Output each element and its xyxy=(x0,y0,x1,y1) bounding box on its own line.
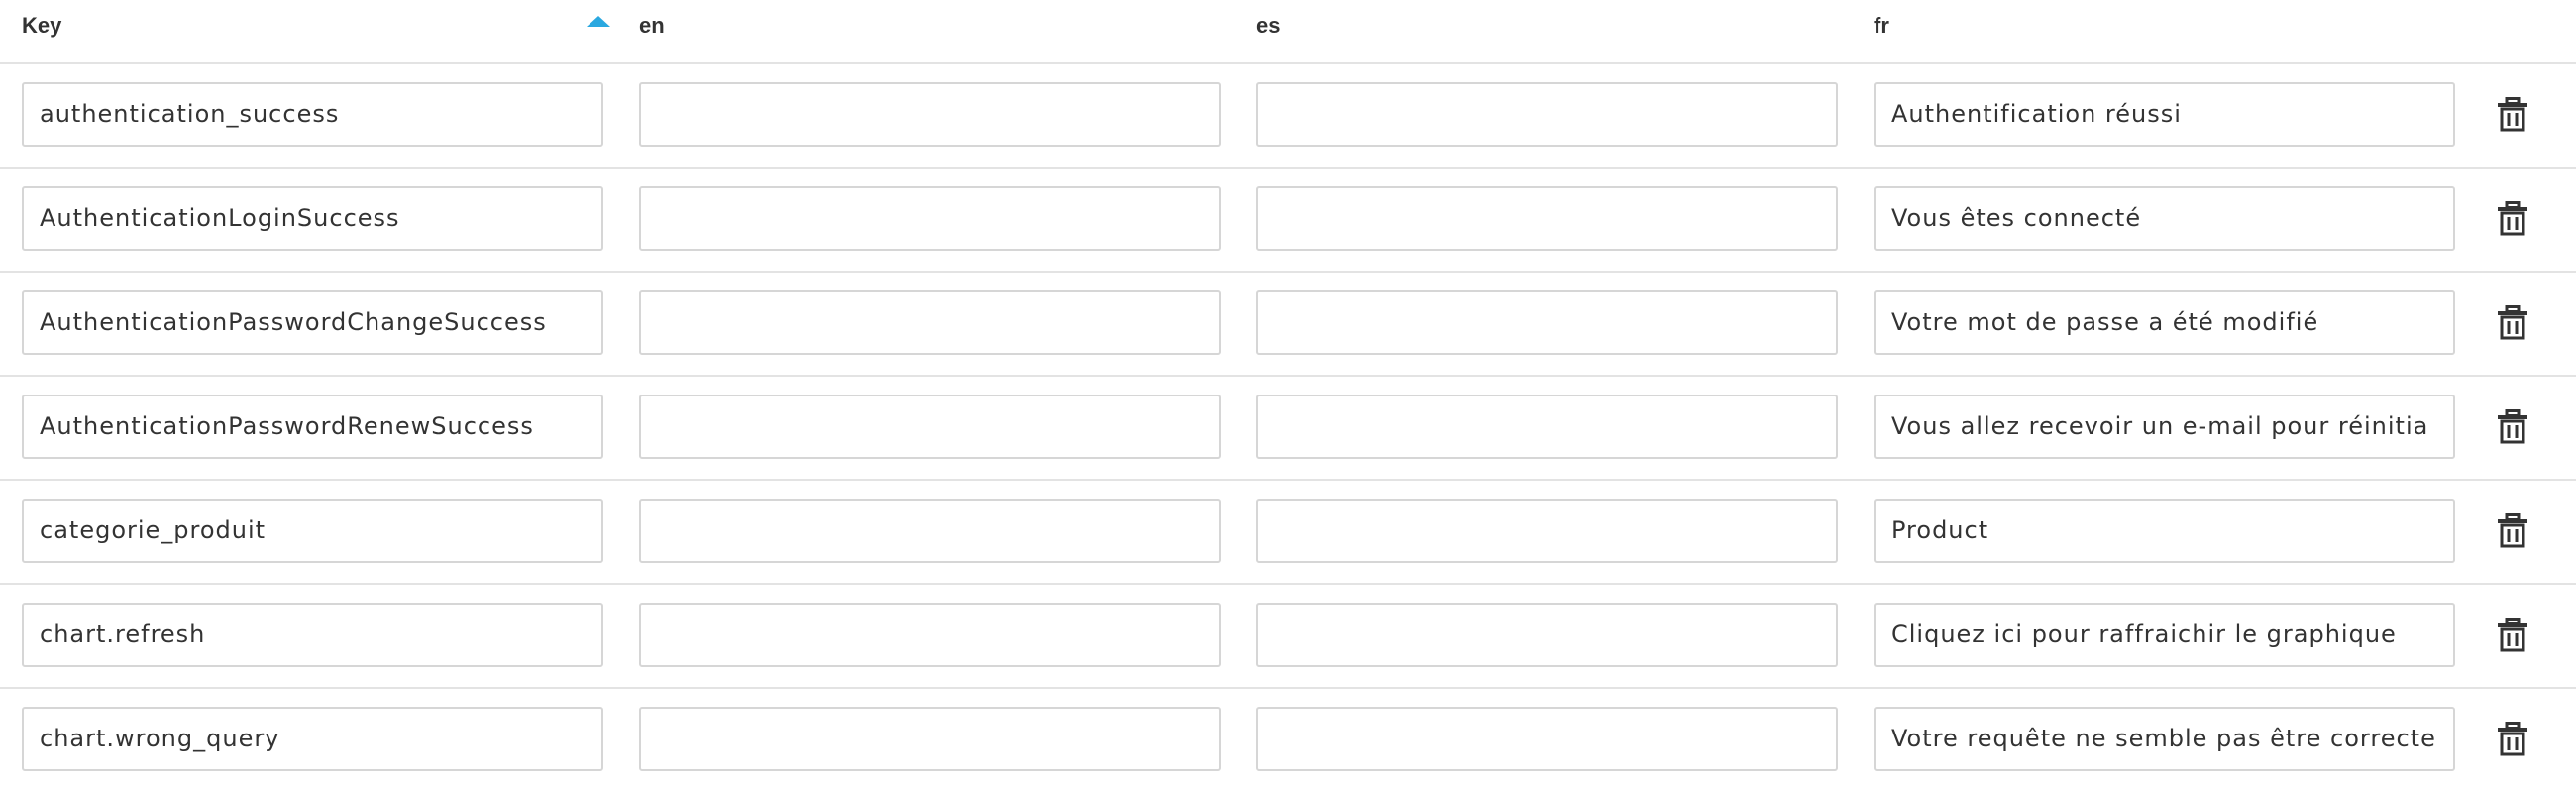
key-input[interactable]: chart.wrong_query xyxy=(22,707,603,771)
trash-icon[interactable] xyxy=(2497,618,2528,653)
table-row: AuthenticationPasswordChangeSuccess Votr… xyxy=(0,273,2576,377)
es-input[interactable] xyxy=(1256,603,1838,667)
table-row: categorie_produit Product xyxy=(0,481,2576,585)
es-input[interactable] xyxy=(1256,82,1838,147)
sort-ascending-icon[interactable] xyxy=(587,16,610,27)
table-row: authentication_success Authentification … xyxy=(0,64,2576,169)
es-input[interactable] xyxy=(1256,499,1838,563)
trash-icon[interactable] xyxy=(2497,201,2528,237)
translations-table: Key en es fr authentication_success Auth… xyxy=(0,0,2576,791)
es-input[interactable] xyxy=(1256,395,1838,459)
trash-icon[interactable] xyxy=(2497,513,2528,549)
en-input[interactable] xyxy=(639,707,1221,771)
key-input[interactable]: chart.refresh xyxy=(22,603,603,667)
fr-input[interactable]: Authentification réussi xyxy=(1874,82,2455,147)
en-input[interactable] xyxy=(639,290,1221,355)
en-input[interactable] xyxy=(639,603,1221,667)
fr-input[interactable]: Votre requête ne semble pas être correct… xyxy=(1874,707,2455,771)
column-header-es[interactable]: es xyxy=(1256,13,1280,39)
column-header-key[interactable]: Key xyxy=(22,13,61,39)
en-input[interactable] xyxy=(639,499,1221,563)
trash-icon[interactable] xyxy=(2497,97,2528,133)
key-input[interactable]: authentication_success xyxy=(22,82,603,147)
en-input[interactable] xyxy=(639,395,1221,459)
fr-input[interactable]: Votre mot de passe a été modifié xyxy=(1874,290,2455,355)
key-input[interactable]: categorie_produit xyxy=(22,499,603,563)
en-input[interactable] xyxy=(639,82,1221,147)
fr-input[interactable]: Product xyxy=(1874,499,2455,563)
es-input[interactable] xyxy=(1256,186,1838,251)
trash-icon[interactable] xyxy=(2497,305,2528,341)
table-header: Key en es fr xyxy=(0,0,2576,64)
table-row: AuthenticationLoginSuccess Vous êtes con… xyxy=(0,169,2576,273)
column-header-en[interactable]: en xyxy=(639,13,665,39)
key-input[interactable]: AuthenticationPasswordChangeSuccess xyxy=(22,290,603,355)
key-input[interactable]: AuthenticationLoginSuccess xyxy=(22,186,603,251)
fr-input[interactable]: Vous allez recevoir un e-mail pour réini… xyxy=(1874,395,2455,459)
es-input[interactable] xyxy=(1256,707,1838,771)
fr-input[interactable]: Cliquez ici pour raffraichir le graphiqu… xyxy=(1874,603,2455,667)
fr-input[interactable]: Vous êtes connecté xyxy=(1874,186,2455,251)
key-input[interactable]: AuthenticationPasswordRenewSuccess xyxy=(22,395,603,459)
trash-icon[interactable] xyxy=(2497,409,2528,445)
en-input[interactable] xyxy=(639,186,1221,251)
column-header-fr[interactable]: fr xyxy=(1874,13,1889,39)
es-input[interactable] xyxy=(1256,290,1838,355)
trash-icon[interactable] xyxy=(2497,722,2528,757)
table-row: chart.refresh Cliquez ici pour raffraich… xyxy=(0,585,2576,689)
table-row: AuthenticationPasswordRenewSuccess Vous … xyxy=(0,377,2576,481)
table-row: chart.wrong_query Votre requête ne sembl… xyxy=(0,689,2576,791)
